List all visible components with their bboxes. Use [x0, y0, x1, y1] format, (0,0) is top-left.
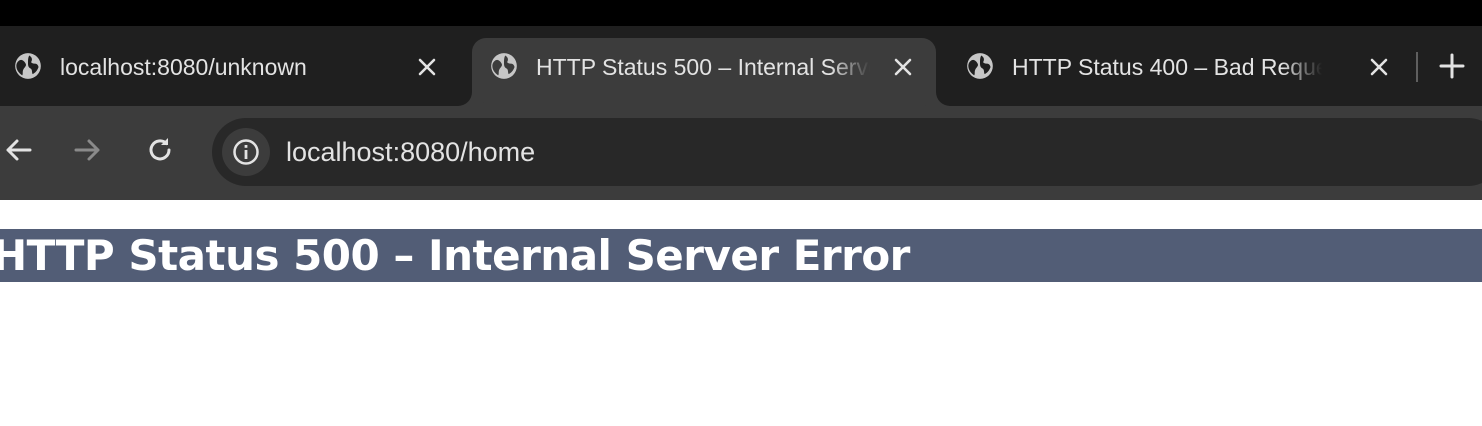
- tab-separator: [1416, 52, 1418, 82]
- tab-title: HTTP Status 500 – Internal Server Error: [536, 54, 870, 80]
- arrow-left-icon: [6, 139, 32, 161]
- address-bar[interactable]: localhost:8080/home: [212, 118, 1482, 186]
- globe-icon: [15, 53, 41, 79]
- tab-strip: localhost:8080/unknown HTTP Status 500 –…: [0, 26, 1482, 106]
- tab-title-fade: [1282, 52, 1322, 82]
- page-title: HTTP Status 500 – Internal Server Error: [0, 229, 1482, 282]
- reload-icon: [149, 138, 171, 161]
- site-info-button[interactable]: [222, 128, 270, 176]
- close-icon[interactable]: [1366, 54, 1392, 80]
- window-top-strip: [0, 0, 1482, 26]
- tab-title-fade: [830, 52, 870, 82]
- back-button[interactable]: [0, 132, 36, 168]
- info-icon: [233, 139, 259, 165]
- reload-button[interactable]: [142, 132, 178, 168]
- arrow-right-icon: [74, 139, 100, 161]
- tab-http-500[interactable]: HTTP Status 500 – Internal Server Error: [472, 38, 936, 106]
- plus-icon: [1439, 53, 1465, 79]
- close-icon[interactable]: [414, 54, 440, 80]
- toolbar: localhost:8080/home: [0, 106, 1482, 200]
- tab-title: HTTP Status 400 – Bad Request: [1012, 54, 1322, 80]
- page-content: HTTP Status 500 – Internal Server Error: [0, 200, 1482, 426]
- tab-title: localhost:8080/unknown: [60, 54, 307, 80]
- globe-icon: [967, 53, 993, 79]
- browser-window: localhost:8080/unknown HTTP Status 500 –…: [0, 0, 1482, 426]
- forward-button[interactable]: [70, 132, 106, 168]
- new-tab-button[interactable]: [1436, 50, 1468, 82]
- close-icon[interactable]: [890, 54, 916, 80]
- globe-icon: [491, 53, 517, 79]
- url-text[interactable]: localhost:8080/home: [286, 136, 535, 168]
